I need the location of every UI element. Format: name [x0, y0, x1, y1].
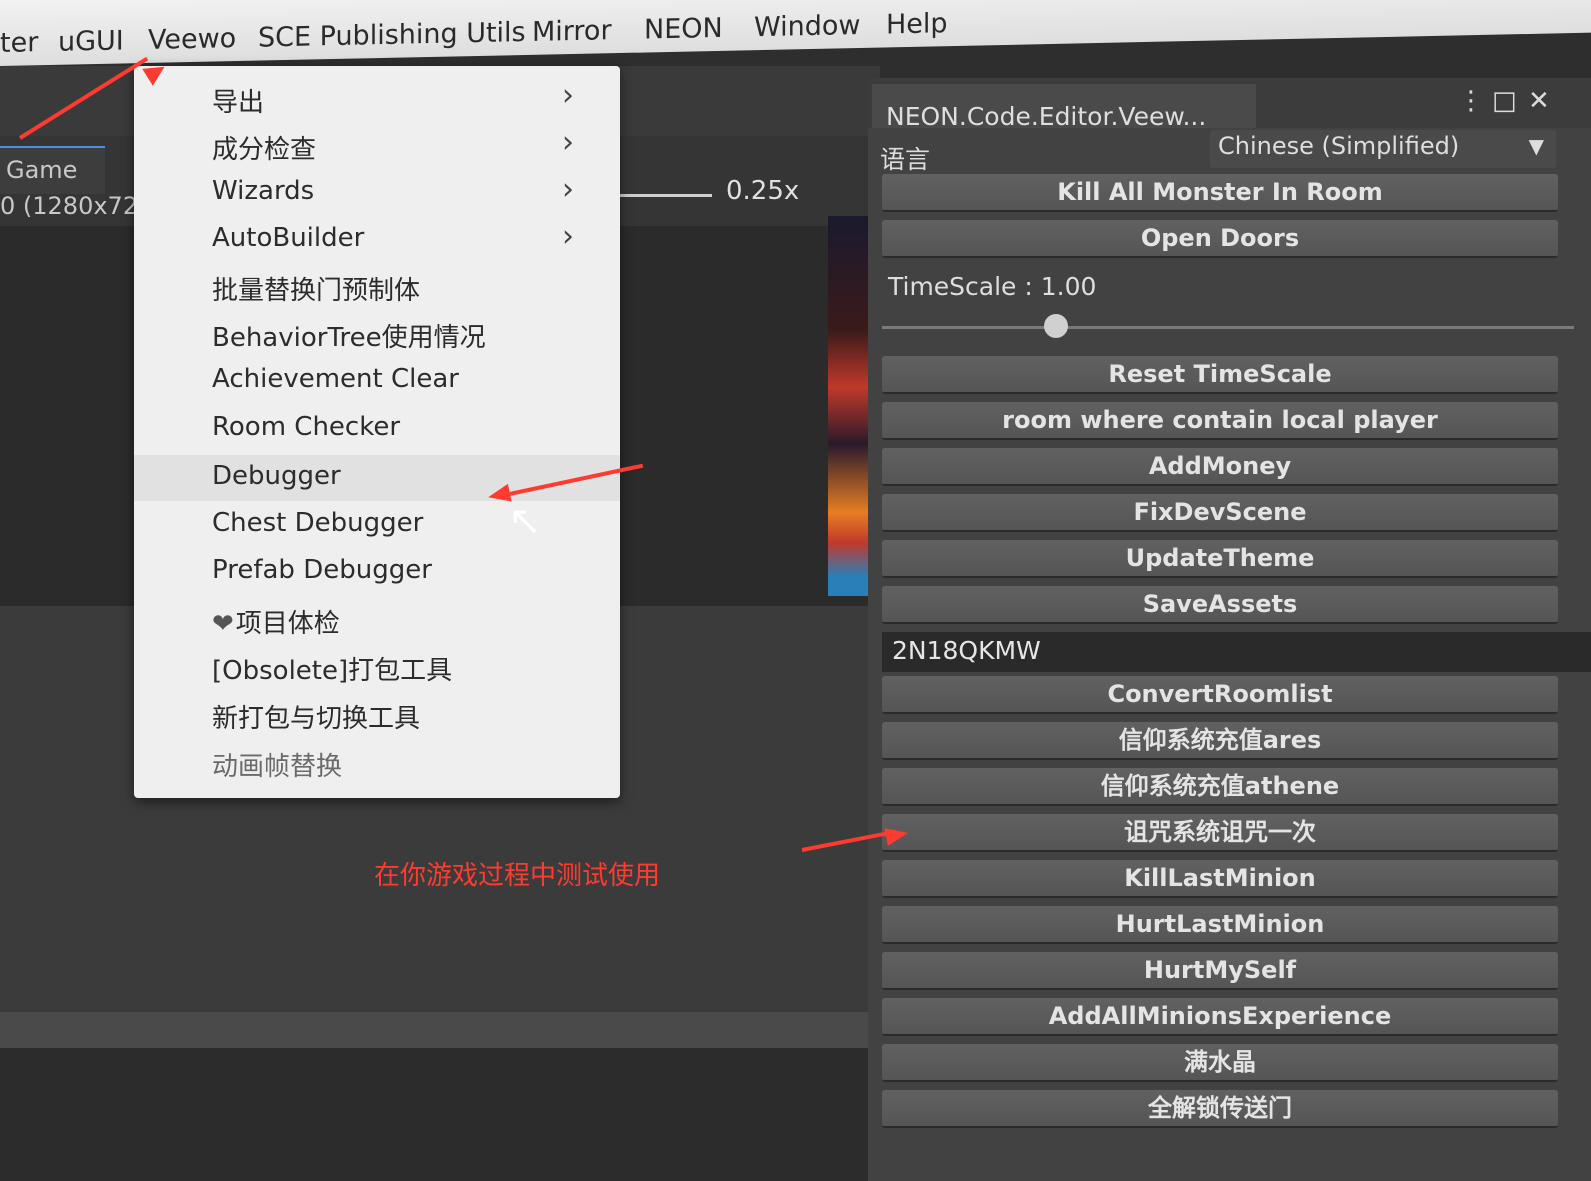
hurt-last-minion-button[interactable]: HurtLastMinion	[882, 906, 1558, 944]
menu-item-prefab-debugger[interactable]: Prefab Debugger	[134, 549, 620, 595]
menu-item-label: Chest Debugger	[212, 508, 424, 538]
menu-item-autobuilder[interactable]: AutoBuilder ›	[134, 217, 620, 263]
menu-item-label: 成分检查	[212, 135, 317, 165]
faith-recharge-athene-button[interactable]: 信仰系统充值athene	[882, 768, 1558, 806]
close-icon[interactable]: ✕	[1528, 86, 1550, 116]
menu-item-export[interactable]: 导出 ›	[134, 76, 620, 122]
hurt-my-self-button[interactable]: HurtMySelf	[882, 952, 1558, 990]
menu-item-room-checker[interactable]: Room Checker	[134, 406, 620, 452]
debugger-window: NEON.Code.Editor.Veew... ⋮ □ ✕ 语言 Chines…	[868, 78, 1591, 1181]
faith-recharge-ares-button[interactable]: 信仰系统充值ares	[882, 722, 1558, 760]
menu-item-sce[interactable]: SCE Publishing Utils	[258, 17, 526, 54]
tab-game-label: Game	[6, 156, 78, 184]
menu-item-wizards[interactable]: Wizards ›	[134, 170, 620, 216]
menu-item-achievement-clear[interactable]: Achievement Clear	[134, 358, 620, 404]
scale-slider[interactable]	[612, 194, 712, 197]
menu-item-label-wrap: ❤项目体检	[212, 603, 340, 640]
menu-item-debugger[interactable]: Debugger	[134, 455, 620, 501]
timescale-slider-thumb[interactable]	[1044, 314, 1068, 338]
chevron-right-icon: ›	[562, 219, 574, 254]
menu-item-new-build-switch[interactable]: 新打包与切换工具	[134, 692, 620, 738]
menu-item-label: Wizards	[212, 176, 315, 206]
menu-item-label: Room Checker	[212, 412, 401, 442]
section-header: 2N18QKMW	[882, 632, 1591, 672]
menu-item-label: Achievement Clear	[212, 364, 459, 394]
timescale-slider[interactable]	[882, 326, 1574, 329]
menu-item-label: 新打包与切换工具	[212, 704, 421, 734]
menu-item-neon[interactable]: NEON	[644, 13, 723, 46]
scale-value: 0.25x	[726, 176, 800, 206]
menu-item-label: BehaviorTree使用情况	[212, 323, 486, 353]
menu-item-component-check[interactable]: 成分检查 ›	[134, 123, 620, 169]
window-title: NEON.Code.Editor.Veew...	[886, 102, 1207, 131]
scrollbar-strip[interactable]	[0, 1012, 880, 1048]
menu-item-ugui[interactable]: uGUI	[58, 25, 124, 57]
mouse-cursor-icon: ↖	[508, 498, 542, 544]
save-assets-button[interactable]: SaveAssets	[882, 586, 1558, 624]
lower-panel	[0, 1048, 880, 1181]
curse-once-button[interactable]: 诅咒系统诅咒一次	[882, 814, 1558, 852]
unlock-all-portals-button[interactable]: 全解锁传送门	[882, 1090, 1558, 1128]
menu-item-label: Debugger	[212, 461, 341, 491]
menu-item-ter[interactable]: ter	[0, 27, 38, 59]
menu-item-label: [Obsolete]打包工具	[212, 656, 453, 686]
kebab-menu-icon[interactable]: ⋮	[1458, 86, 1484, 116]
kill-all-monster-button[interactable]: Kill All Monster In Room	[882, 174, 1558, 212]
room-local-player-button[interactable]: room where contain local player	[882, 402, 1558, 440]
menu-item-anim-frame-replace[interactable]: 动画帧替换	[134, 740, 620, 786]
chevron-right-icon: ›	[562, 125, 574, 160]
update-theme-button[interactable]: UpdateTheme	[882, 540, 1558, 578]
add-money-button[interactable]: AddMoney	[882, 448, 1558, 486]
menu-item-project-checkup[interactable]: ❤项目体检	[134, 597, 620, 643]
chevron-right-icon: ›	[562, 172, 574, 207]
menu-item-label: AutoBuilder	[212, 223, 365, 253]
language-label: 语言	[880, 145, 931, 174]
tab-game[interactable]: Game	[0, 146, 105, 194]
menu-item-replace-door-prefab[interactable]: 批量替换门预制体	[134, 264, 620, 310]
menu-item-obsolete-build[interactable]: [Obsolete]打包工具	[134, 644, 620, 690]
fix-dev-scene-button[interactable]: FixDevScene	[882, 494, 1558, 532]
section-header-label: 2N18QKMW	[892, 636, 1041, 665]
annotation-text: 在你游戏过程中测试使用	[374, 861, 661, 891]
veewo-menu: 导出 › 成分检查 › Wizards › AutoBuilder › 批量替换…	[134, 66, 620, 798]
chevron-right-icon: ›	[562, 78, 574, 113]
menu-item-label: 动画帧替换	[212, 752, 343, 782]
timescale-label: TimeScale : 1.00	[888, 272, 1097, 301]
heart-icon: ❤	[212, 609, 234, 639]
menu-item-label: 项目体检	[235, 609, 340, 639]
menu-item-behaviortree-usage[interactable]: BehaviorTree使用情况	[134, 311, 620, 357]
maximize-icon[interactable]: □	[1492, 86, 1517, 116]
menu-item-label: 导出	[212, 88, 265, 118]
window-header: NEON.Code.Editor.Veew... ⋮ □ ✕	[868, 78, 1591, 131]
menu-item-chest-debugger[interactable]: Chest Debugger	[134, 502, 620, 548]
menu-item-help[interactable]: Help	[886, 8, 948, 40]
menu-item-mirror[interactable]: Mirror	[532, 15, 612, 48]
open-doors-button[interactable]: Open Doors	[882, 220, 1558, 258]
language-value: Chinese (Simplified)	[1218, 132, 1460, 160]
language-select[interactable]: Chinese (Simplified) ▼	[1210, 130, 1556, 168]
menu-item-window[interactable]: Window	[754, 10, 860, 43]
full-crystal-button[interactable]: 满水晶	[882, 1044, 1558, 1082]
kill-last-minion-button[interactable]: KillLastMinion	[882, 860, 1558, 898]
resolution-dropdown[interactable]: 0 (1280x72	[0, 192, 138, 220]
menu-item-label: Prefab Debugger	[212, 555, 432, 585]
window-tab[interactable]: NEON.Code.Editor.Veew...	[872, 84, 1256, 131]
chevron-down-icon: ▼	[1528, 134, 1544, 158]
convert-roomlist-button[interactable]: ConvertRoomlist	[882, 676, 1558, 714]
menu-item-veewo[interactable]: Veewo	[148, 23, 236, 56]
add-all-minions-exp-button[interactable]: AddAllMinionsExperience	[882, 998, 1558, 1036]
menu-bar: ter uGUI Veewo SCE Publishing Utils Mirr…	[0, 0, 1591, 66]
menu-item-label: 批量替换门预制体	[212, 276, 421, 306]
reset-timescale-button[interactable]: Reset TimeScale	[882, 356, 1558, 394]
